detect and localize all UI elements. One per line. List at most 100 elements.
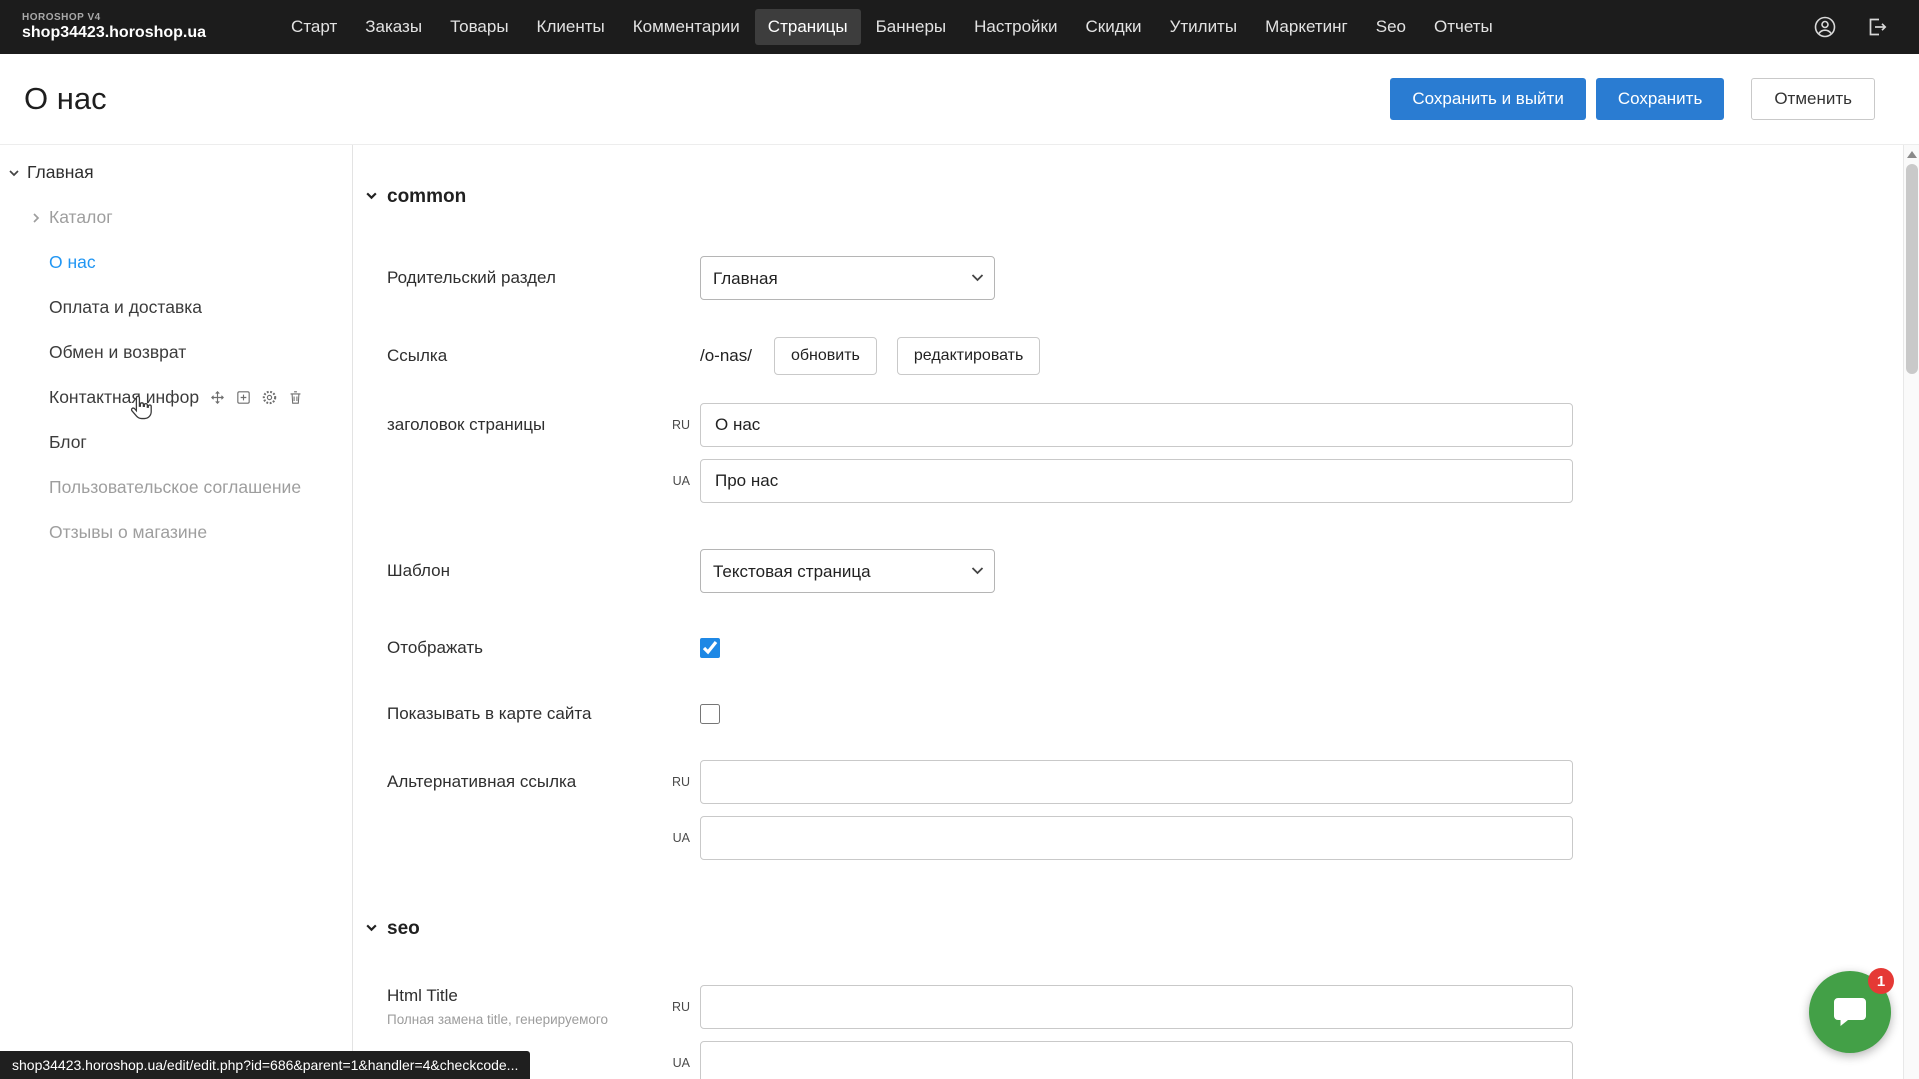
refresh-link-button[interactable]: обновить <box>774 337 877 375</box>
save-button[interactable]: Сохранить <box>1596 78 1724 120</box>
field-label: Шаблон <box>387 561 662 581</box>
lang-badge-ru: RU <box>662 1000 700 1014</box>
add-page-icon[interactable] <box>235 389 252 406</box>
form-row-parent-section: Родительский раздел Главная <box>387 256 1919 300</box>
brand-domain: shop34423.horoshop.ua <box>22 24 206 42</box>
sidebar-item-blog[interactable]: Блог <box>0 420 352 465</box>
page-title-ua-input[interactable] <box>700 459 1573 503</box>
sidebar-item-agreement[interactable]: Пользовательское соглашение <box>0 465 352 510</box>
nav-item-start[interactable]: Старт <box>278 9 350 45</box>
cancel-button[interactable]: Отменить <box>1751 78 1875 120</box>
chat-widget-button[interactable]: 1 <box>1809 971 1891 1053</box>
display-checkbox[interactable] <box>700 638 720 658</box>
form-row-sitemap: Показывать в карте сайта <box>387 704 1919 724</box>
nav-item-reports[interactable]: Отчеты <box>1421 9 1506 45</box>
scrollbar-thumb[interactable] <box>1906 164 1918 374</box>
lang-badge-ua: UA <box>662 831 700 845</box>
page-header: О нас Сохранить и выйти Сохранить Отмени… <box>0 54 1919 144</box>
scroll-up-arrow-icon[interactable] <box>1907 151 1917 158</box>
status-url-tooltip: shop34423.horoshop.ua/edit/edit.php?id=6… <box>0 1051 530 1079</box>
sidebar-item-label: Каталог <box>49 207 113 228</box>
form-row-link: Ссылка /o-nas/ обновить редактировать <box>387 337 1919 375</box>
sidebar-item-katalog[interactable]: Каталог <box>0 195 352 240</box>
form-row-alt-link-ua: UA <box>387 816 1919 860</box>
trash-icon[interactable] <box>287 389 304 406</box>
html-title-ua-input[interactable] <box>700 1041 1573 1079</box>
form-row-html-title-ua: UA <box>387 1041 1919 1079</box>
form-row-page-title-ua: UA <box>387 459 1919 503</box>
sidebar-item-label: О нас <box>49 252 96 273</box>
section-title: seo <box>387 918 420 940</box>
sidebar-item-reviews[interactable]: Отзывы о магазине <box>0 510 352 555</box>
sidebar-item-oplata[interactable]: Оплата и доставка <box>0 285 352 330</box>
form-row-display: Отображать <box>387 638 1919 658</box>
sidebar-item-label: Контактная инфор <box>49 387 199 408</box>
alt-link-ru-input[interactable] <box>700 760 1573 804</box>
form-row-alt-link-ru: Альтернативная ссылка RU <box>387 760 1919 804</box>
nav-item-settings[interactable]: Настройки <box>961 9 1070 45</box>
content-area: Главная Каталог О нас Оплата и доставка … <box>0 144 1919 1079</box>
field-label: Ссылка <box>387 346 662 366</box>
page-title: О нас <box>24 81 107 117</box>
sidebar-item-glavnaya[interactable]: Главная <box>0 150 352 195</box>
template-select[interactable]: Текстовая страница <box>700 549 995 593</box>
nav-item-marketing[interactable]: Маркетинг <box>1252 9 1361 45</box>
nav-item-products[interactable]: Товары <box>437 9 521 45</box>
vertical-scrollbar[interactable] <box>1903 145 1919 1079</box>
form-row-html-title-ru: Html Title Полная замена title, генериру… <box>387 985 1919 1029</box>
form-row-page-title-ru: заголовок страницы RU <box>387 403 1919 447</box>
sidebar-item-label: Главная <box>27 162 94 183</box>
nav-item-utilities[interactable]: Утилиты <box>1157 9 1251 45</box>
sidebar-item-kontaktnaya[interactable]: Контактная инфор <box>0 375 352 420</box>
field-label: заголовок страницы <box>387 415 662 435</box>
link-path-value: /o-nas/ <box>700 346 752 366</box>
logout-icon[interactable] <box>1865 15 1889 39</box>
sidebar-item-label: Отзывы о магазине <box>49 522 207 543</box>
nav-item-pages[interactable]: Страницы <box>755 9 861 45</box>
lang-badge-ua: UA <box>662 474 700 488</box>
section-common[interactable]: common <box>365 185 1919 209</box>
tree-item-actions <box>209 389 304 406</box>
brand[interactable]: HOROSHOP V4 shop34423.horoshop.ua <box>22 12 206 42</box>
chat-unread-badge: 1 <box>1868 968 1894 994</box>
lang-badge-ru: RU <box>662 418 700 432</box>
form-row-template: Шаблон Текстовая страница <box>387 549 1919 593</box>
alt-link-ua-input[interactable] <box>700 816 1573 860</box>
sidebar-item-label: Оплата и доставка <box>49 297 202 318</box>
nav-item-clients[interactable]: Клиенты <box>524 9 618 45</box>
page-title-ru-input[interactable] <box>700 403 1573 447</box>
gear-icon[interactable] <box>261 389 278 406</box>
main-nav: Старт Заказы Товары Клиенты Комментарии … <box>278 9 1506 45</box>
nav-item-seo[interactable]: Seo <box>1363 9 1419 45</box>
field-label: Html Title <box>387 986 662 1006</box>
move-icon[interactable] <box>209 389 226 406</box>
section-seo[interactable]: seo <box>365 917 1919 941</box>
chevron-down-icon <box>8 167 20 179</box>
nav-item-orders[interactable]: Заказы <box>352 9 435 45</box>
nav-item-discounts[interactable]: Скидки <box>1072 9 1154 45</box>
parent-section-select[interactable]: Главная <box>700 256 995 300</box>
html-title-ru-input[interactable] <box>700 985 1573 1029</box>
sidebar-item-o-nas[interactable]: О нас <box>0 240 352 285</box>
nav-item-comments[interactable]: Комментарии <box>620 9 753 45</box>
field-label: Показывать в карте сайта <box>387 704 662 724</box>
sidebar-item-label: Блог <box>49 432 87 453</box>
field-label: Отображать <box>387 638 662 658</box>
status-url-text: shop34423.horoshop.ua/edit/edit.php?id=6… <box>12 1057 518 1073</box>
sitemap-checkbox[interactable] <box>700 704 720 724</box>
chat-bubble-icon <box>1830 992 1870 1032</box>
field-hint: Полная замена title, генерируемого <box>387 1012 662 1029</box>
page-edit-form: common Родительский раздел Главная Ссылк… <box>353 145 1919 1079</box>
chevron-right-icon <box>30 212 42 224</box>
sidebar-item-label: Пользовательское соглашение <box>49 477 301 498</box>
brand-version: HOROSHOP V4 <box>22 12 206 24</box>
save-and-exit-button[interactable]: Сохранить и выйти <box>1390 78 1585 120</box>
field-label: Родительский раздел <box>387 268 662 288</box>
topbar: HOROSHOP V4 shop34423.horoshop.ua Старт … <box>0 0 1919 54</box>
field-label: Альтернативная ссылка <box>387 772 662 792</box>
pages-tree-sidebar: Главная Каталог О нас Оплата и доставка … <box>0 145 353 1079</box>
sidebar-item-obmen[interactable]: Обмен и возврат <box>0 330 352 375</box>
nav-item-banners[interactable]: Баннеры <box>863 9 960 45</box>
user-account-icon[interactable] <box>1813 15 1837 39</box>
edit-link-button[interactable]: редактировать <box>897 337 1040 375</box>
